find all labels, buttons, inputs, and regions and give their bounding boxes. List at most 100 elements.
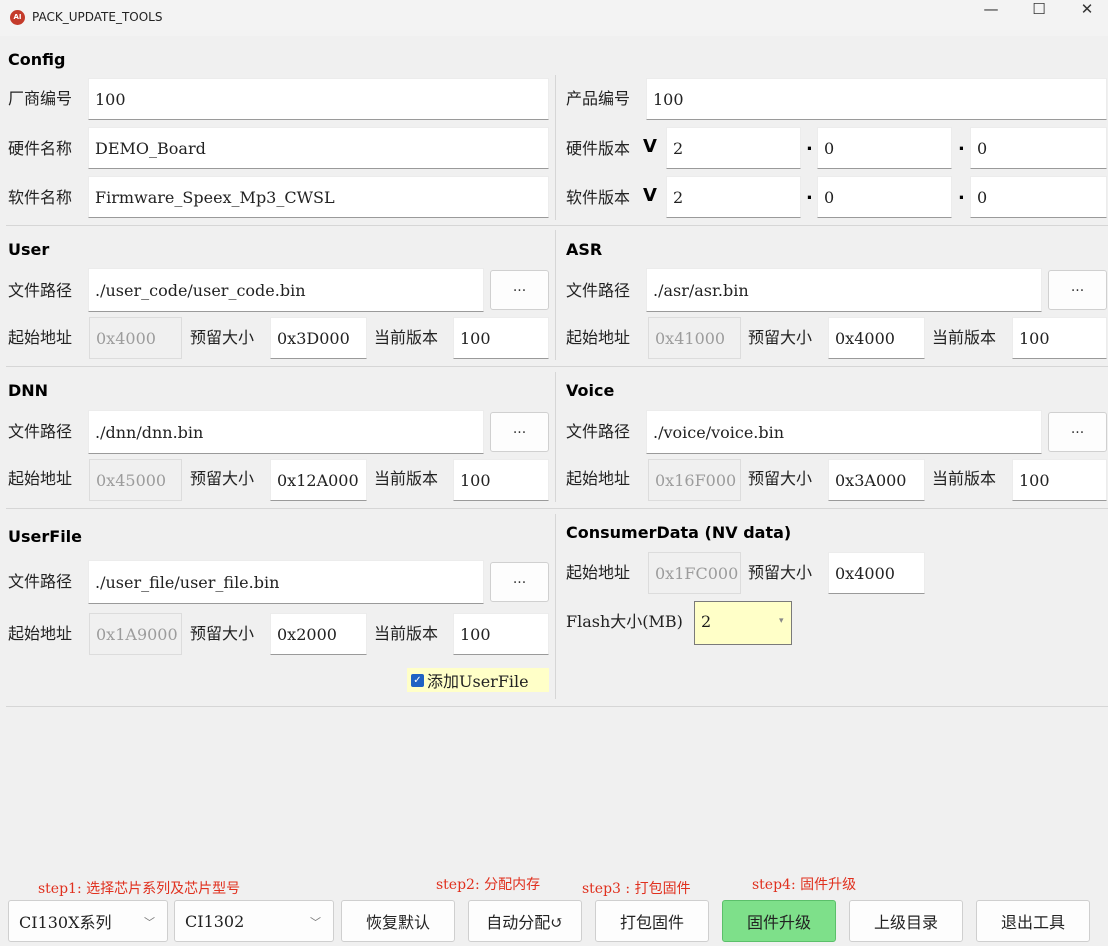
userfile-path-label: 文件路径 xyxy=(8,572,73,591)
chevron-down-icon: ▾ xyxy=(779,616,784,626)
sw-name-input[interactable]: Firmware_Speex_Mp3_CWSL xyxy=(88,176,549,218)
dnn-reserve-input[interactable]: 0x12A000 xyxy=(270,459,367,501)
asr-start-label: 起始地址 xyxy=(566,328,631,347)
userfile-start-input: 0x1A9000 xyxy=(89,613,182,655)
userfile-reserve-input[interactable]: 0x2000 xyxy=(270,613,367,655)
minimize-button[interactable]: — xyxy=(968,0,1014,36)
user-asr-divider xyxy=(555,230,556,360)
parent-directory-button[interactable]: 上级目录 xyxy=(849,900,963,942)
user-reserve-input[interactable]: 0x3D000 xyxy=(270,317,367,359)
consumer-reserve-input[interactable]: 0x4000 xyxy=(828,552,925,594)
add-userfile-checkbox[interactable]: ✓ 添加UserFile xyxy=(407,668,549,692)
exit-tool-button[interactable]: 退出工具 xyxy=(976,900,1090,942)
hw-name-input[interactable]: DEMO_Board xyxy=(88,127,549,169)
product-label: 产品编号 xyxy=(566,89,631,108)
flash-size-select[interactable]: 2 ▾ xyxy=(694,601,792,645)
asr-reserve-input[interactable]: 0x4000 xyxy=(828,317,925,359)
divider-user xyxy=(6,366,1108,367)
user-version-input[interactable]: 100 xyxy=(453,317,549,359)
voice-reserve-input[interactable]: 0x3A000 xyxy=(828,459,925,501)
app-icon: AI xyxy=(10,10,25,25)
divider-config xyxy=(6,225,1108,226)
sw-name-label: 软件名称 xyxy=(8,188,73,207)
title-bar xyxy=(0,0,1108,36)
hw-version-major[interactable]: 2 xyxy=(666,127,801,169)
sw-version-dot-2: . xyxy=(958,183,965,204)
user-browse-button[interactable]: ... xyxy=(490,270,549,310)
dnn-voice-divider xyxy=(555,372,556,502)
vendor-input[interactable]: 100 xyxy=(88,78,549,120)
user-reserve-label: 预留大小 xyxy=(190,328,255,347)
config-divider xyxy=(555,75,556,220)
flash-size-label: Flash大小(MB) xyxy=(566,612,683,631)
add-userfile-label: 添加UserFile xyxy=(427,672,529,691)
userfile-path-input[interactable]: ./user_file/user_file.bin xyxy=(88,560,484,604)
userfile-browse-button[interactable]: ... xyxy=(490,562,549,602)
step1-hint: step1: 选择芯片系列及芯片型号 xyxy=(38,881,241,897)
asr-path-label: 文件路径 xyxy=(566,281,631,300)
user-heading: User xyxy=(8,240,50,259)
voice-start-label: 起始地址 xyxy=(566,469,631,488)
userfile-reserve-label: 预留大小 xyxy=(190,624,255,643)
userfile-version-input[interactable]: 100 xyxy=(453,613,549,655)
voice-version-input[interactable]: 100 xyxy=(1012,459,1107,501)
userfile-start-label: 起始地址 xyxy=(8,624,73,643)
maximize-button[interactable]: ☐ xyxy=(1016,0,1062,36)
dnn-reserve-label: 预留大小 xyxy=(190,469,255,488)
hw-version-dot-2: . xyxy=(958,134,965,155)
asr-version-input[interactable]: 100 xyxy=(1012,317,1107,359)
sw-version-minor[interactable]: 0 xyxy=(817,176,952,218)
user-start-input: 0x4000 xyxy=(89,317,182,359)
voice-version-label: 当前版本 xyxy=(932,469,997,488)
voice-path-label: 文件路径 xyxy=(566,422,631,441)
voice-reserve-label: 预留大小 xyxy=(748,469,813,488)
user-start-label: 起始地址 xyxy=(8,328,73,347)
asr-heading: ASR xyxy=(566,240,603,259)
chevron-down-icon: ﹀ xyxy=(310,916,321,929)
hw-version-dot-1: . xyxy=(806,134,813,155)
asr-browse-button[interactable]: ... xyxy=(1048,270,1107,310)
hw-version-minor[interactable]: 0 xyxy=(817,127,952,169)
checkbox-check-icon[interactable]: ✓ xyxy=(411,673,424,687)
user-path-input[interactable]: ./user_code/user_code.bin xyxy=(88,268,484,312)
dnn-version-input[interactable]: 100 xyxy=(453,459,549,501)
hw-version-patch[interactable]: 0 xyxy=(970,127,1107,169)
voice-heading: Voice xyxy=(566,381,615,400)
step3-hint: step3 : 打包固件 xyxy=(582,881,691,897)
consumer-start-input: 0x1FC000 xyxy=(648,552,741,594)
chevron-down-icon: ﹀ xyxy=(144,916,155,929)
consumer-heading: ConsumerData (NV data) xyxy=(566,523,792,542)
user-version-label: 当前版本 xyxy=(374,328,439,347)
hw-version-v: V xyxy=(643,136,657,157)
chip-model-select[interactable]: CI1302 ﹀ xyxy=(174,900,334,942)
step4-hint: step4: 固件升级 xyxy=(752,877,857,893)
dnn-start-label: 起始地址 xyxy=(8,469,73,488)
restore-default-button[interactable]: 恢复默认 xyxy=(341,900,455,942)
divider-userfile xyxy=(6,706,1108,707)
consumer-reserve-label: 预留大小 xyxy=(748,563,813,582)
sw-version-v: V xyxy=(643,185,657,206)
voice-browse-button[interactable]: ... xyxy=(1048,412,1107,452)
dnn-path-input[interactable]: ./dnn/dnn.bin xyxy=(88,410,484,454)
user-path-label: 文件路径 xyxy=(8,281,73,300)
sw-version-major[interactable]: 2 xyxy=(666,176,801,218)
sw-version-label: 软件版本 xyxy=(566,188,631,207)
divider-dnn xyxy=(6,508,1108,509)
sw-version-patch[interactable]: 0 xyxy=(970,176,1107,218)
dnn-heading: DNN xyxy=(8,381,49,400)
hw-name-label: 硬件名称 xyxy=(8,139,73,158)
window-title: PACK_UPDATE_TOOLS xyxy=(32,10,163,24)
chip-series-select[interactable]: CI130X系列 ﹀ xyxy=(8,900,168,942)
asr-version-label: 当前版本 xyxy=(932,328,997,347)
pack-firmware-button[interactable]: 打包固件 xyxy=(595,900,709,942)
auto-allocate-button[interactable]: 自动分配↺ xyxy=(468,900,582,942)
close-button[interactable]: ✕ xyxy=(1064,0,1108,36)
config-heading: Config xyxy=(8,50,66,69)
asr-path-input[interactable]: ./asr/asr.bin xyxy=(646,268,1042,312)
dnn-path-label: 文件路径 xyxy=(8,422,73,441)
product-input[interactable]: 100 xyxy=(646,78,1107,120)
voice-path-input[interactable]: ./voice/voice.bin xyxy=(646,410,1042,454)
dnn-browse-button[interactable]: ... xyxy=(490,412,549,452)
voice-start-input: 0x16F000 xyxy=(648,459,741,501)
upgrade-firmware-button[interactable]: 固件升级 xyxy=(722,900,836,942)
